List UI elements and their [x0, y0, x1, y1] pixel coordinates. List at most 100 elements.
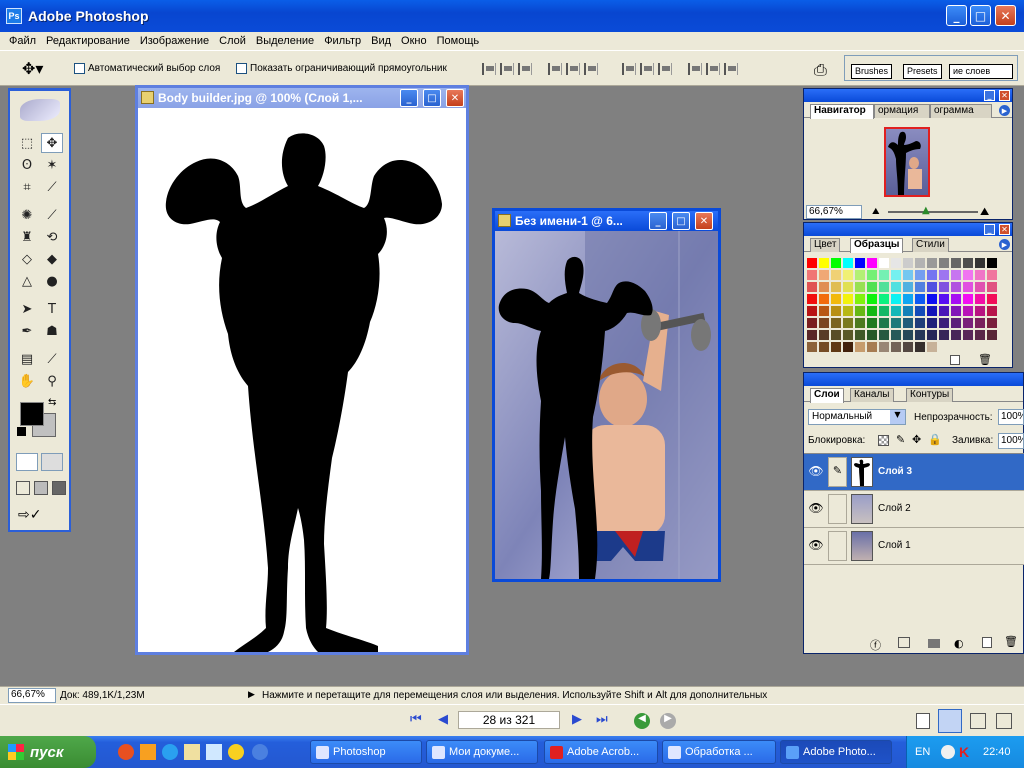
document-window-bodybuilder[interactable]: Body builder.jpg @ 100% (Слой 1,... _ □ …	[135, 85, 469, 655]
palette-close-button[interactable]: ✕	[999, 224, 1010, 235]
quicklaunch-player-icon[interactable]	[228, 744, 244, 760]
slice-tool-icon[interactable]: ⟋	[41, 177, 63, 197]
tab-histogram[interactable]: ограмма	[930, 104, 992, 118]
tab-navigator[interactable]: Навигатор	[810, 104, 874, 119]
swatch[interactable]	[974, 305, 986, 317]
swatch[interactable]	[986, 317, 998, 329]
swatch[interactable]	[974, 293, 986, 305]
align-bottom-icon[interactable]	[518, 63, 532, 75]
lock-transparency-icon[interactable]	[878, 435, 889, 446]
swatch[interactable]	[926, 269, 938, 281]
swatch[interactable]	[926, 293, 938, 305]
swatch[interactable]	[866, 269, 878, 281]
swatch[interactable]	[890, 317, 902, 329]
swatch[interactable]	[842, 317, 854, 329]
document-window-untitled[interactable]: Без имени-1 @ 6... _ □ ✕	[492, 208, 721, 582]
brushes-tab[interactable]: Brushes	[851, 64, 893, 79]
pen-tool-icon[interactable]: ✒	[16, 321, 38, 341]
fill-field[interactable]: 100%	[998, 433, 1024, 449]
swatch[interactable]	[806, 317, 818, 329]
palette-minimize-button[interactable]: _	[984, 224, 995, 235]
eyedropper-tool-icon[interactable]: ⟋	[41, 349, 63, 369]
palette-title-bar[interactable]	[804, 373, 1023, 386]
dodge-tool-icon[interactable]: ●	[41, 271, 63, 291]
layer-link-box[interactable]	[828, 494, 847, 524]
swatch[interactable]	[842, 329, 854, 341]
doc-maximize-button[interactable]: □	[423, 89, 441, 107]
task-photoshop-group[interactable]: Photoshop	[310, 740, 422, 764]
layer-name[interactable]: Слой 2	[878, 503, 911, 514]
layer-mask-icon[interactable]	[898, 637, 910, 648]
swatch[interactable]	[902, 269, 914, 281]
swatch[interactable]	[866, 317, 878, 329]
swatch[interactable]	[950, 305, 962, 317]
swatch[interactable]	[974, 269, 986, 281]
swatch[interactable]	[890, 293, 902, 305]
palette-title-bar[interactable]: _ ✕	[804, 223, 1012, 236]
shape-tool-icon[interactable]: ☗	[41, 321, 63, 341]
swatch[interactable]	[854, 341, 866, 353]
swatch[interactable]	[902, 293, 914, 305]
healing-brush-tool-icon[interactable]: ✺	[16, 205, 38, 225]
swatch[interactable]	[890, 329, 902, 341]
swatch[interactable]	[926, 257, 938, 269]
align-vcenter-icon[interactable]	[500, 63, 514, 75]
palette-menu-icon[interactable]: ▶	[999, 239, 1010, 250]
paint-bucket-tool-icon[interactable]: ◆	[41, 249, 63, 269]
swatch[interactable]	[818, 257, 830, 269]
doc-minimize-button[interactable]: _	[400, 89, 418, 107]
screen-mode-full-menu-icon[interactable]	[34, 481, 48, 495]
quicklaunch-desktop-icon[interactable]	[206, 744, 222, 760]
swatch[interactable]	[854, 269, 866, 281]
swatch[interactable]	[842, 281, 854, 293]
single-page-view-icon[interactable]	[916, 713, 930, 729]
swatch[interactable]	[878, 317, 890, 329]
document-title-bar[interactable]: Body builder.jpg @ 100% (Слой 1,... _ □ …	[138, 88, 466, 108]
eye-icon[interactable]: 👁	[808, 464, 824, 480]
doc-close-button[interactable]: ✕	[446, 89, 464, 107]
blur-tool-icon[interactable]: △	[16, 271, 38, 291]
swatch[interactable]	[866, 305, 878, 317]
menu-select[interactable]: Выделение	[256, 35, 314, 47]
foreground-color-swatch[interactable]	[20, 402, 44, 426]
navigator-thumbnail[interactable]	[884, 127, 930, 197]
maximize-button[interactable]: □	[970, 5, 991, 26]
swatch[interactable]	[854, 281, 866, 293]
adjustment-layer-icon[interactable]: ◐	[954, 637, 964, 650]
swatch[interactable]	[890, 269, 902, 281]
layer-row-2[interactable]: 👁 Слой 2	[804, 491, 1024, 528]
chevron-down-icon[interactable]: ▼	[890, 410, 905, 424]
swatch[interactable]	[830, 341, 842, 353]
swatch[interactable]	[818, 293, 830, 305]
minimize-button[interactable]: _	[946, 5, 967, 26]
menu-image[interactable]: Изображение	[140, 35, 209, 47]
tray-network-icon[interactable]	[941, 745, 955, 759]
next-page-icon[interactable]: ▶	[572, 712, 582, 727]
swatch[interactable]	[830, 281, 842, 293]
layer-link-box[interactable]	[828, 531, 847, 561]
jump-to-imageready-icon[interactable]: ⇨✓	[18, 507, 41, 523]
swatch-grid[interactable]	[806, 257, 998, 353]
tab-channels[interactable]: Каналы	[850, 388, 894, 402]
swatch[interactable]	[842, 341, 854, 353]
distribute-bottom-icon[interactable]	[658, 63, 672, 75]
last-page-icon[interactable]: ⏭	[596, 712, 608, 727]
doc-minimize-button[interactable]: _	[649, 212, 667, 230]
swatch[interactable]	[950, 341, 962, 353]
zoom-slider-track[interactable]	[888, 211, 978, 213]
swatch[interactable]	[830, 257, 842, 269]
menu-layer[interactable]: Слой	[219, 35, 246, 47]
forward-icon[interactable]: ▶	[660, 713, 676, 729]
lock-position-icon[interactable]: ✥	[912, 433, 921, 446]
doc-close-button[interactable]: ✕	[695, 212, 713, 230]
swatch[interactable]	[938, 257, 950, 269]
tab-swatches[interactable]: Образцы	[850, 238, 904, 253]
layer-style-icon[interactable]: ⓕ	[870, 637, 881, 653]
facing-view-icon[interactable]	[970, 713, 986, 729]
tab-color[interactable]: Цвет	[810, 238, 841, 252]
swatch[interactable]	[842, 305, 854, 317]
swatch[interactable]	[974, 329, 986, 341]
swap-colors-icon[interactable]: ⇆	[48, 397, 56, 408]
swatch[interactable]	[986, 269, 998, 281]
menu-help[interactable]: Помощь	[437, 35, 480, 47]
